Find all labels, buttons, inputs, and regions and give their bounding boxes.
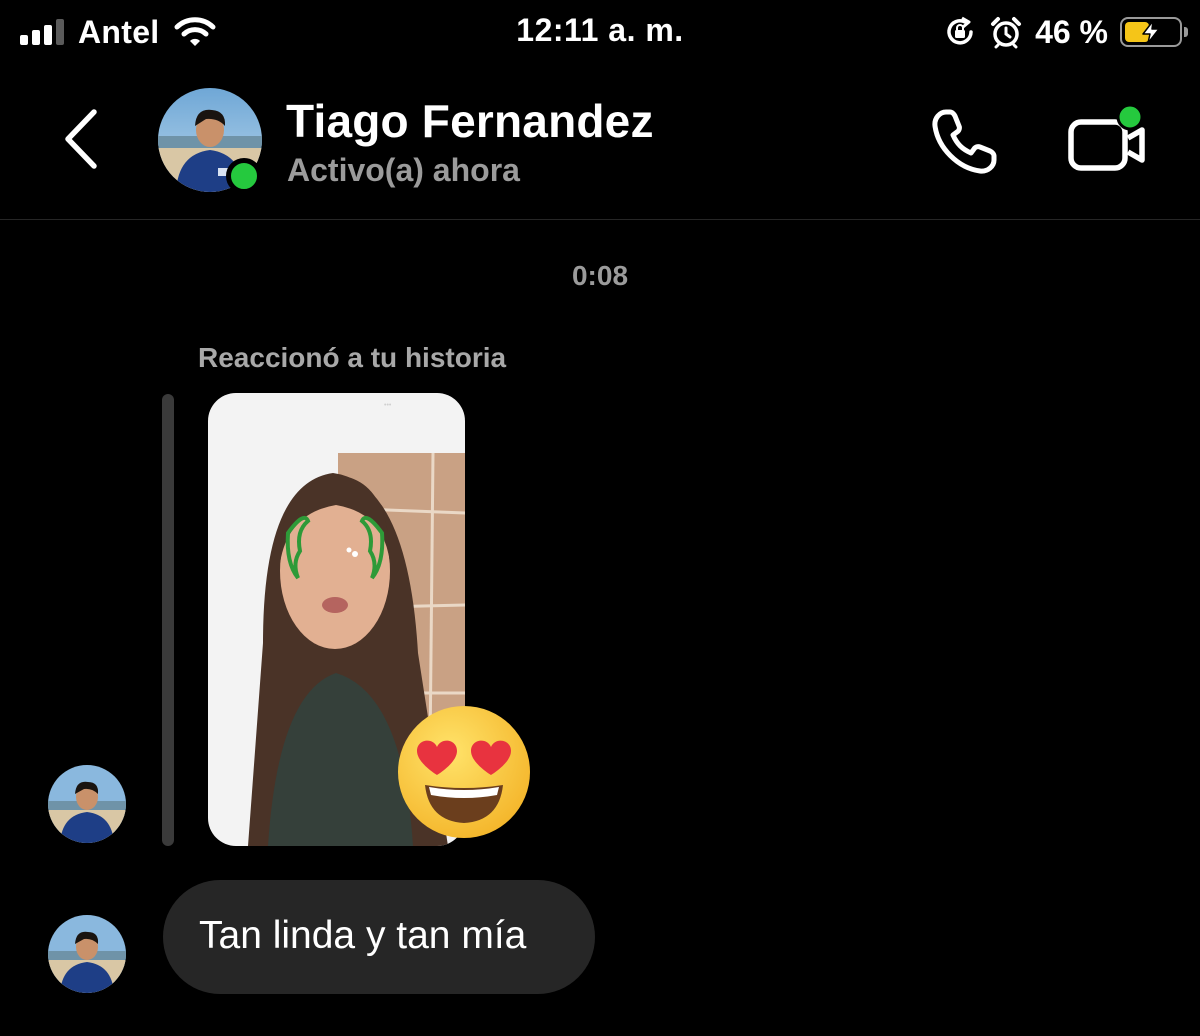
sender-avatar[interactable] [48, 915, 126, 993]
chat-header: Tiago Fernandez Activo(a) ahora [0, 66, 1200, 220]
story-reply-bar [162, 394, 174, 846]
status-right: 46 % [943, 10, 1188, 54]
orientation-lock-icon [947, 16, 973, 45]
battery-charging-icon [1120, 17, 1188, 47]
heart-eyes-emoji [398, 706, 530, 838]
message-bubble[interactable]: Tan linda y tan mía [163, 880, 595, 994]
story-watermark: ••• [384, 402, 392, 409]
message-text: Tan linda y tan mía [199, 914, 527, 957]
message-timestamp: 0:08 [571, 260, 629, 291]
status-bar: Antel 12:11 a. m. 46 % [0, 0, 1200, 66]
phone-icon[interactable] [928, 106, 1000, 178]
alarm-icon [991, 17, 1022, 49]
contact-status: Activo(a) ahora [287, 152, 520, 188]
sender-avatar[interactable] [48, 765, 126, 843]
back-chevron-icon[interactable] [56, 104, 106, 174]
contact-name[interactable]: Tiago Fernandez [286, 94, 654, 148]
reaction-label: Reaccionó a tu historia [198, 342, 507, 373]
battery-percent: 46 % [1035, 13, 1108, 50]
online-status-dot [226, 158, 262, 194]
video-camera-icon[interactable] [1066, 102, 1150, 182]
